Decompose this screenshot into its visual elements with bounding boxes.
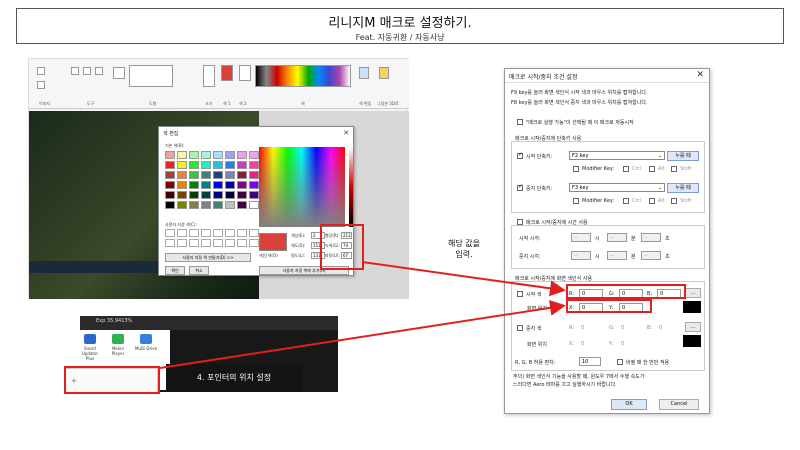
arrow-rgb [361, 261, 566, 297]
arrow-position [159, 299, 566, 369]
annotation-arrows [159, 261, 566, 369]
